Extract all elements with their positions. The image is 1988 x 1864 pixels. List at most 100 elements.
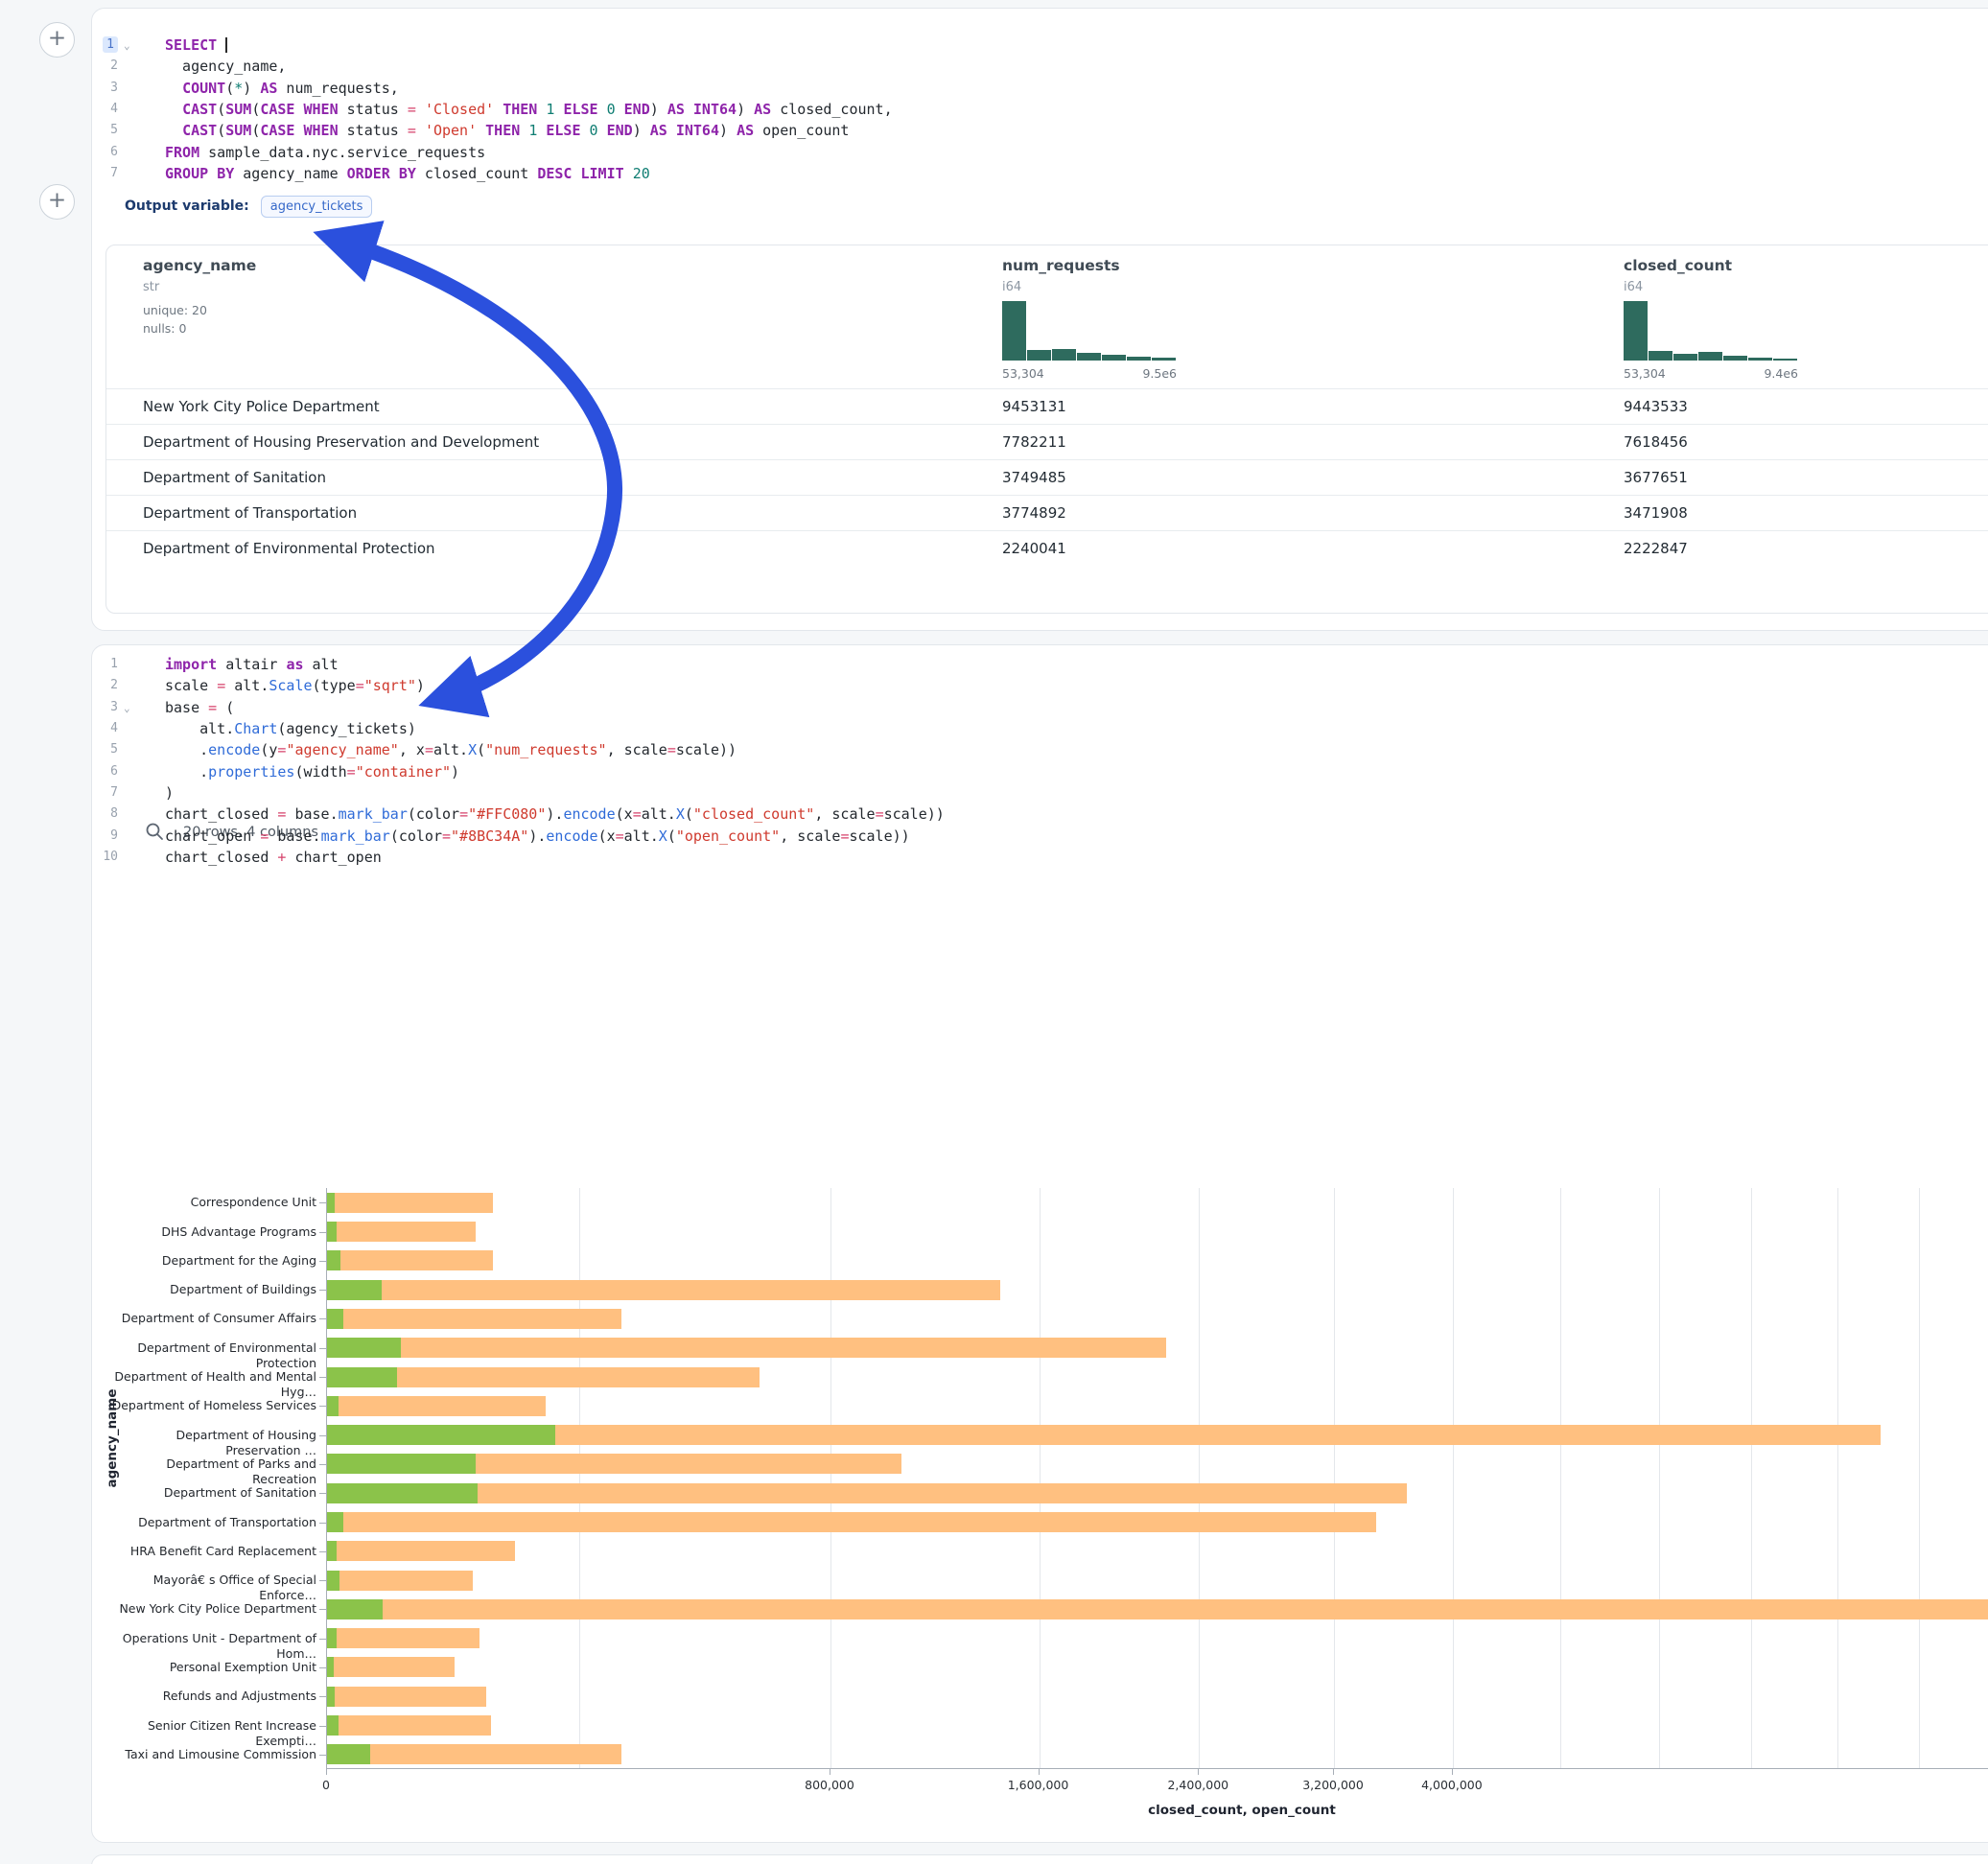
bar-open_count	[327, 1571, 339, 1591]
histogram-max-label: 9.4e6	[1764, 366, 1798, 381]
python-code-line[interactable]: 10chart_closed + chart_open	[91, 847, 1971, 868]
collapse-chevron-icon[interactable]: ⌄	[124, 698, 130, 719]
y-axis-category-label: DHS Advantage Programs	[104, 1224, 316, 1240]
output-variable-label: Output variable:	[125, 198, 249, 214]
sql-editor[interactable]: 1⌄SELECT 2 agency_name,3 COUNT(*) AS num…	[91, 35, 1971, 184]
output-variable-chip[interactable]: agency_tickets	[261, 196, 373, 218]
sql-code-line[interactable]: 6FROM sample_data.nyc.service_requests	[91, 142, 1971, 163]
column-type-label: str	[143, 280, 159, 294]
table-cell: 3677651	[1624, 460, 1688, 495]
bar-closed_count	[327, 1193, 493, 1213]
bar-open_count	[327, 1367, 397, 1387]
python-code-line[interactable]: 6 .properties(width="container")	[91, 761, 1971, 782]
bar-closed_count	[327, 1744, 621, 1764]
bar-closed_count	[327, 1338, 1166, 1358]
y-axis-tick	[319, 1318, 326, 1319]
y-axis-category-label: New York City Police Department	[104, 1601, 316, 1617]
add-cell-button[interactable]: +	[39, 184, 75, 220]
sql-code-line[interactable]: 4 CAST(SUM(CASE WHEN status = 'Closed' T…	[91, 99, 1971, 120]
line-number: 3	[91, 78, 118, 99]
x-axis-tick-label: 1,600,000	[971, 1778, 1106, 1792]
output-variable-row: Output variable: agency_tickets	[125, 196, 372, 218]
bar-open_count	[327, 1744, 370, 1764]
add-cell-button[interactable]: +	[39, 22, 75, 58]
histogram-bar	[1152, 358, 1176, 361]
table-cell: New York City Police Department	[143, 389, 380, 424]
python-code-line[interactable]: 3⌄base = (	[91, 697, 1971, 718]
table-cell: 7782211	[1002, 425, 1066, 459]
python-code-line[interactable]: 9chart_open = base.mark_bar(color="#8BC3…	[91, 826, 1971, 847]
y-axis-category-label: Department of Homeless Services	[104, 1398, 316, 1413]
x-axis-tick-label: 0	[259, 1778, 393, 1792]
sql-code-line[interactable]: 3 COUNT(*) AS num_requests,	[91, 78, 1971, 99]
table-row[interactable]: Department of Transportation377489234719…	[106, 495, 1988, 530]
y-axis-category-label: Department of Housing Preservation …	[104, 1428, 316, 1443]
bar-open_count	[327, 1193, 335, 1213]
bar-chart-plot-area	[326, 1188, 1988, 1769]
bar-open_count	[327, 1628, 337, 1648]
y-axis-tick	[319, 1639, 326, 1640]
sql-code-line[interactable]: 1⌄SELECT	[91, 35, 1971, 56]
column-header-agency_name[interactable]: agency_name	[143, 257, 256, 274]
python-code-line[interactable]: 1import altair as alt	[91, 654, 1971, 675]
sql-code-line[interactable]: 5 CAST(SUM(CASE WHEN status = 'Open' THE…	[91, 120, 1971, 141]
y-axis-category-label: Department of Environmental Protection	[104, 1340, 316, 1356]
bar-open_count	[327, 1280, 382, 1300]
table-cell: 3471908	[1624, 496, 1688, 530]
python-code-line[interactable]: 7)	[91, 782, 1971, 804]
gridline	[830, 1188, 831, 1768]
collapse-chevron-icon[interactable]: ⌄	[124, 35, 130, 57]
gridline	[1199, 1188, 1200, 1768]
y-axis-category-label: Mayorâ€ s Office of Special Enforce…	[104, 1573, 316, 1588]
table-row[interactable]: Department of Sanitation37494853677651	[106, 459, 1988, 495]
x-axis-tick	[1198, 1769, 1199, 1775]
y-axis-tick	[319, 1551, 326, 1552]
bar-closed_count	[327, 1599, 1988, 1619]
bar-open_count	[327, 1657, 334, 1677]
y-axis-category-label: Senior Citizen Rent Increase Exempti…	[104, 1718, 316, 1734]
x-axis-tick-label: 2,400,000	[1131, 1778, 1265, 1792]
x-axis-tick-label: 800,000	[762, 1778, 897, 1792]
line-number: 4	[91, 99, 118, 120]
python-code-line[interactable]: 4 alt.Chart(agency_tickets)	[91, 718, 1971, 739]
bar-open_count	[327, 1715, 339, 1736]
histogram-bar	[1127, 357, 1151, 361]
x-axis-tick-label: 3,200,000	[1266, 1778, 1400, 1792]
line-number: 8	[91, 804, 118, 825]
histogram-bar	[1773, 359, 1797, 361]
sql-code-line[interactable]: 7GROUP BY agency_name ORDER BY closed_co…	[91, 163, 1971, 184]
python-editor[interactable]: 1import altair as alt2scale = alt.Scale(…	[91, 654, 1971, 868]
bar-closed_count	[327, 1280, 1000, 1300]
y-axis-tick	[319, 1726, 326, 1727]
y-axis-category-label: Refunds and Adjustments	[104, 1689, 316, 1704]
table-cell: 3749485	[1002, 460, 1066, 495]
python-code-line[interactable]: 5 .encode(y="agency_name", x=alt.X("num_…	[91, 739, 1971, 760]
python-code-line[interactable]: 8chart_closed = base.mark_bar(color="#FF…	[91, 804, 1971, 825]
y-axis-category-label: Department of Parks and Recreation	[104, 1456, 316, 1472]
table-row[interactable]: Department of Environmental Protection22…	[106, 530, 1988, 566]
histogram-bar	[1748, 358, 1772, 361]
table-row[interactable]: Department of Housing Preservation and D…	[106, 424, 1988, 459]
line-number: 7	[91, 163, 118, 184]
x-axis-title: closed_count, open_count	[1098, 1803, 1386, 1818]
bar-open_count	[327, 1454, 476, 1474]
sql-code-line[interactable]: 2 agency_name,	[91, 56, 1971, 77]
bar-closed_count	[327, 1309, 621, 1329]
histogram-bar	[1698, 352, 1722, 361]
column-stat-label: unique: 20	[143, 303, 207, 317]
table-cell: 3774892	[1002, 496, 1066, 530]
table-cell: Department of Environmental Protection	[143, 531, 435, 566]
y-axis-tick	[319, 1609, 326, 1610]
line-number: 5	[91, 739, 118, 760]
bar-open_count	[327, 1250, 340, 1270]
column-header-num_requests[interactable]: num_requests	[1002, 257, 1120, 274]
bar-open_count	[327, 1425, 555, 1445]
python-code-line[interactable]: 2scale = alt.Scale(type="sqrt")	[91, 675, 1971, 696]
histogram-bar	[1624, 301, 1648, 361]
bar-closed_count	[327, 1571, 473, 1591]
bar-closed_count	[327, 1250, 493, 1270]
bar-closed_count	[327, 1512, 1376, 1532]
column-header-closed_count[interactable]: closed_count	[1624, 257, 1732, 274]
line-number: 7	[91, 782, 118, 804]
table-row[interactable]: New York City Police Department945313194…	[106, 388, 1988, 424]
